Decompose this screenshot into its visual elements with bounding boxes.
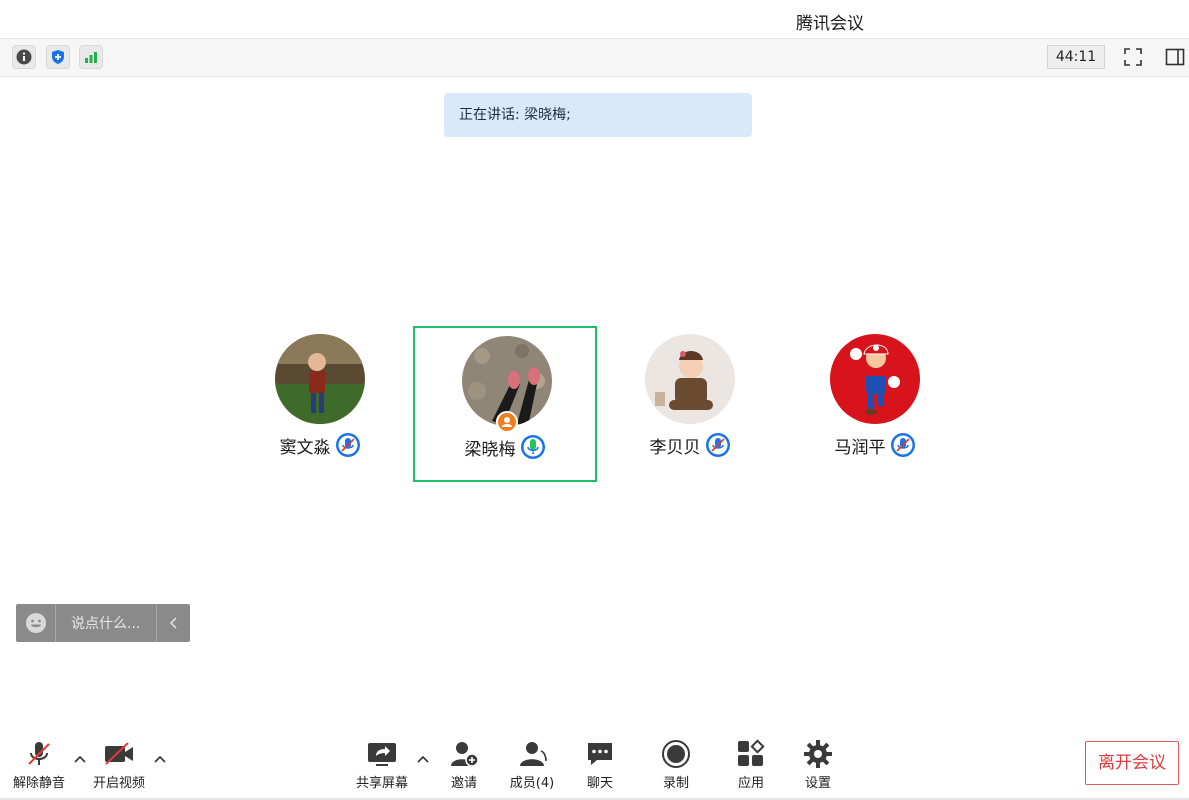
members-label: 成员(4) <box>509 776 555 791</box>
camera-off-icon <box>102 738 136 770</box>
participant-name-row: 梁晓梅 <box>415 432 595 462</box>
participant-name-row: 马润平 <box>783 430 967 460</box>
speaking-banner: 正在讲话: 梁晓梅; <box>444 93 752 137</box>
participant-tile-active[interactable]: 梁晓梅 <box>413 326 597 482</box>
participant-tile[interactable]: 李贝贝 <box>598 326 782 482</box>
chat-input[interactable]: 说点什么... <box>56 613 156 633</box>
chat-button[interactable]: 聊天 <box>568 738 632 794</box>
apps-button[interactable]: 应用 <box>719 738 783 794</box>
record-button[interactable]: 录制 <box>644 738 708 794</box>
participant-name-row: 李贝贝 <box>598 430 782 460</box>
avatar <box>830 334 920 424</box>
window-title: 腾讯会议 <box>796 14 864 34</box>
leave-meeting-button[interactable]: 离开会议 <box>1085 741 1179 785</box>
members-button[interactable]: 成员(4) <box>500 738 564 794</box>
gear-icon <box>801 738 835 770</box>
audio-options-chevron-icon[interactable] <box>73 752 87 766</box>
apps-grid-icon <box>734 738 768 770</box>
host-badge-icon <box>496 411 518 433</box>
participant-name: 窦文淼 <box>279 437 331 458</box>
bottom-toolbar: 解除静音 开启视频 共享屏幕 邀请 成员(4) 聊天 录制 应用 设置 离开会议 <box>0 730 1189 800</box>
record-icon <box>659 738 693 770</box>
share-options-chevron-icon[interactable] <box>416 752 430 766</box>
start-video-label: 开启视频 <box>92 776 145 791</box>
invite-label: 邀请 <box>450 776 477 791</box>
invite-button[interactable]: 邀请 <box>432 738 496 794</box>
sidebar-toggle-icon[interactable] <box>1164 46 1186 68</box>
mic-muted-icon <box>705 433 730 457</box>
share-screen-button[interactable]: 共享屏幕 <box>350 738 414 794</box>
participant-name: 梁晓梅 <box>464 439 516 460</box>
add-user-icon <box>447 738 481 770</box>
meeting-timer: 44:11 <box>1047 45 1105 69</box>
fullscreen-icon[interactable] <box>1122 46 1144 68</box>
participant-tile[interactable]: 窦文淼 <box>228 326 412 482</box>
chat-bubble-icon <box>583 738 617 770</box>
settings-button[interactable]: 设置 <box>786 738 850 794</box>
mic-muted-icon <box>22 738 56 770</box>
mic-muted-icon <box>335 433 360 457</box>
settings-label: 设置 <box>804 776 831 791</box>
share-screen-icon <box>365 738 399 770</box>
shield-icon[interactable] <box>46 45 70 69</box>
participant-tile[interactable]: 马润平 <box>783 326 967 482</box>
apps-label: 应用 <box>737 776 764 791</box>
chat-label: 聊天 <box>586 776 613 791</box>
participant-name-row: 窦文淼 <box>228 430 412 460</box>
unmute-button[interactable]: 解除静音 <box>7 738 71 794</box>
quick-chat-bar[interactable]: 说点什么... <box>16 604 190 642</box>
mic-muted-icon <box>890 433 915 457</box>
record-label: 录制 <box>662 776 689 791</box>
emoji-icon[interactable] <box>16 604 56 642</box>
chevron-left-icon[interactable] <box>156 604 190 642</box>
info-icon[interactable] <box>12 45 36 69</box>
title-bar: 腾讯会议 <box>0 0 1189 38</box>
unmute-label: 解除静音 <box>12 776 65 791</box>
participant-name: 李贝贝 <box>649 437 701 458</box>
mic-active-icon <box>520 435 545 459</box>
avatar <box>275 334 365 424</box>
start-video-button[interactable]: 开启视频 <box>87 738 151 794</box>
share-screen-label: 共享屏幕 <box>355 776 408 791</box>
status-bar: 44:11 <box>0 38 1189 77</box>
signal-icon[interactable] <box>79 45 103 69</box>
members-icon <box>515 738 549 770</box>
participant-name: 马润平 <box>834 437 886 458</box>
video-options-chevron-icon[interactable] <box>153 752 167 766</box>
avatar <box>645 334 735 424</box>
